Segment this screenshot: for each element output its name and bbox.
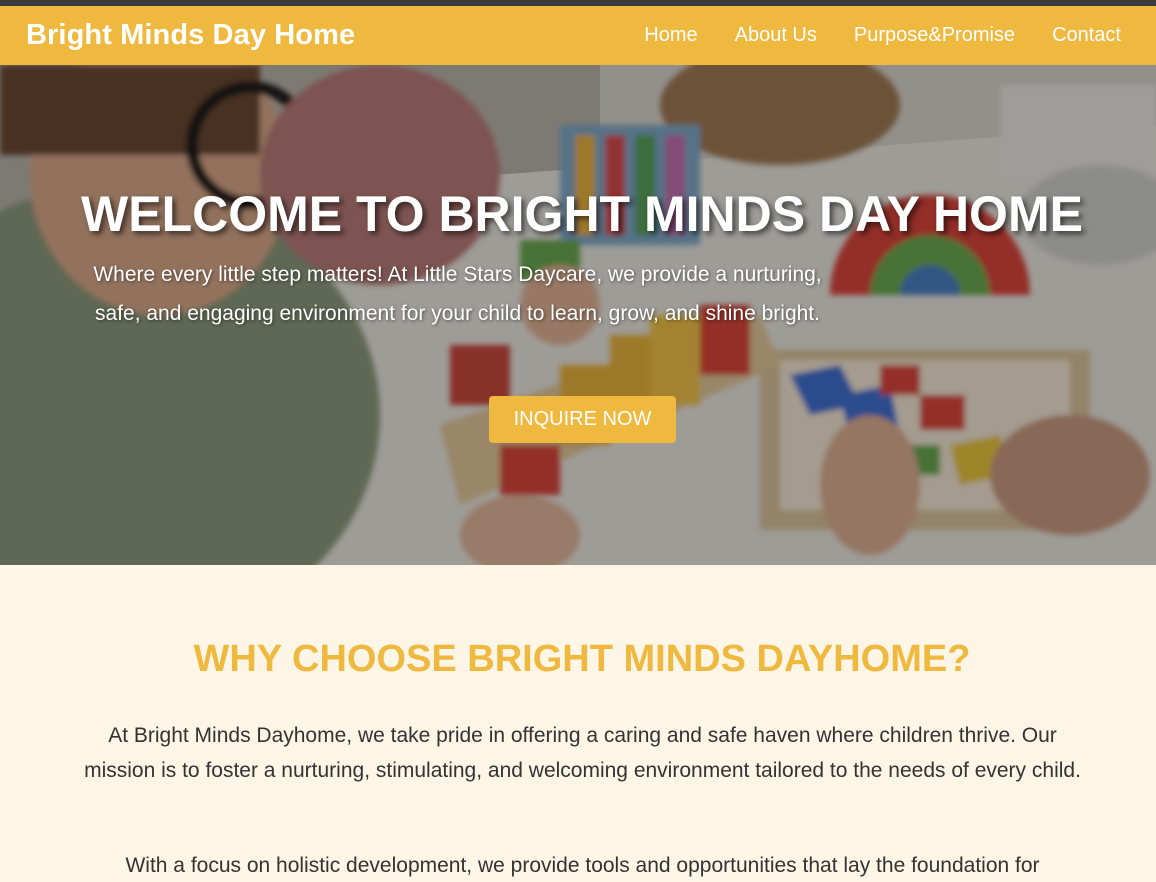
hero-title: WELCOME TO BRIGHT MINDS DAY HOME — [81, 186, 1083, 242]
nav-link-about-us[interactable]: About Us — [735, 24, 817, 47]
inquire-now-button[interactable]: INQUIRE NOW — [489, 396, 676, 443]
why-choose-section: WHY CHOOSE BRIGHT MINDS DAYHOME? At Brig… — [0, 565, 1156, 882]
nav-links: Home About Us Purpose&Promise Contact — [607, 24, 1121, 47]
why-choose-title: WHY CHOOSE BRIGHT MINDS DAYHOME? — [193, 638, 971, 680]
why-paragraph-mission: At Bright Minds Dayhome, we take pride i… — [84, 724, 1081, 782]
nav-link-purpose-promise[interactable]: Purpose&Promise — [854, 24, 1015, 47]
hero-text: Where every little step matters! At Litt… — [93, 263, 822, 325]
hero-section: WELCOME TO BRIGHT MINDS DAY HOME Where e… — [0, 65, 1156, 565]
nav-link-home[interactable]: Home — [644, 24, 697, 47]
site-brand[interactable]: Bright Minds Day Home — [26, 19, 355, 52]
nav-link-contact[interactable]: Contact — [1052, 24, 1121, 47]
navbar: Bright Minds Day Home Home About Us Purp… — [0, 6, 1156, 65]
why-paragraph-development: With a focus on holistic development, we… — [125, 854, 1040, 877]
